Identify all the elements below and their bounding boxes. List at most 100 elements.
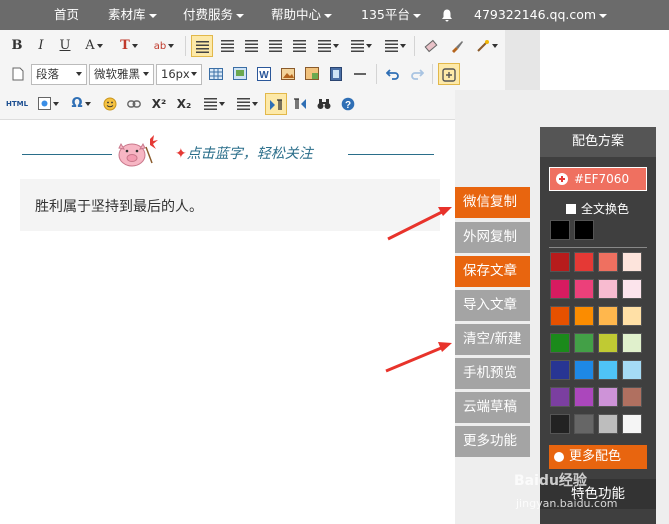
nav-help[interactable]: 帮助中心 <box>271 0 333 30</box>
color-swatch[interactable] <box>574 279 594 299</box>
color-swatch[interactable] <box>574 414 594 434</box>
help-button[interactable]: ? <box>338 93 358 115</box>
external-copy-button[interactable]: 外网复制 <box>455 222 530 253</box>
italic-button[interactable]: I <box>32 35 50 57</box>
font-family-select[interactable]: 微软雅黑 <box>89 64 154 85</box>
mobile-preview-button[interactable]: 手机预览 <box>455 358 530 389</box>
find-button[interactable] <box>314 93 334 115</box>
color-swatch[interactable] <box>598 360 618 380</box>
color-swatch[interactable] <box>622 387 642 407</box>
color-swatch[interactable] <box>598 387 618 407</box>
bg-color-button[interactable]: T <box>114 35 144 57</box>
eraser-button[interactable] <box>420 35 442 57</box>
nav-platform[interactable]: 135平台 <box>361 0 421 30</box>
recent-swatch[interactable] <box>574 220 594 240</box>
top-nav: 首页 素材库 付费服务 帮助中心 135平台 479322146.qq.com <box>0 0 669 30</box>
color-swatch[interactable] <box>598 279 618 299</box>
import-article-button[interactable]: 导入文章 <box>455 290 530 321</box>
color-swatch[interactable] <box>550 306 570 326</box>
superscript-button[interactable]: X² <box>148 93 170 115</box>
horizontal-rule-button[interactable] <box>350 63 370 85</box>
color-swatch[interactable] <box>574 306 594 326</box>
align-center-button[interactable] <box>217 35 237 57</box>
align-justify-icon <box>268 39 282 52</box>
underline-button[interactable]: U <box>56 35 74 57</box>
brush-button[interactable] <box>446 35 468 57</box>
letter-spacing-button[interactable] <box>380 35 410 57</box>
color-swatch[interactable] <box>622 414 642 434</box>
table-button[interactable] <box>206 63 226 85</box>
insert-frame-button[interactable] <box>34 93 62 115</box>
align-left-button[interactable] <box>191 35 213 57</box>
expand-button[interactable] <box>438 63 460 85</box>
recent-swatch[interactable] <box>550 220 570 240</box>
unordered-list-button[interactable] <box>232 93 262 115</box>
hex-color-input[interactable]: #EF7060 <box>549 167 647 191</box>
ltr-button[interactable] <box>265 93 287 115</box>
color-swatch[interactable] <box>622 333 642 353</box>
color-swatch[interactable] <box>550 387 570 407</box>
color-swatch[interactable] <box>598 414 618 434</box>
nav-account[interactable]: 479322146.qq.com <box>474 0 608 30</box>
special-chars-button[interactable]: Ω <box>66 93 96 115</box>
color-swatch[interactable] <box>574 252 594 272</box>
subscript-button[interactable]: X₂ <box>173 93 195 115</box>
html-source-button[interactable]: HTML <box>4 93 30 115</box>
color-swatch[interactable] <box>550 414 570 434</box>
color-swatch[interactable] <box>550 279 570 299</box>
color-swatch[interactable] <box>622 252 642 272</box>
link-button[interactable] <box>124 93 144 115</box>
cloud-draft-button[interactable]: 云端草稿 <box>455 392 530 423</box>
more-colors-label: 更多配色 <box>569 449 622 464</box>
color-swatch[interactable] <box>622 279 642 299</box>
color-swatch[interactable] <box>574 360 594 380</box>
more-colors-button[interactable]: 更多配色 <box>549 445 647 469</box>
full-text-recolor-checkbox[interactable]: 全文换色 <box>566 200 629 217</box>
font-size-select[interactable]: 16px <box>156 64 202 85</box>
nav-paid[interactable]: 付费服务 <box>183 0 245 30</box>
color-swatch[interactable] <box>622 360 642 380</box>
more-functions-button[interactable]: 更多功能 <box>455 426 530 457</box>
omega-label: Ω <box>71 96 83 111</box>
align-right-button[interactable] <box>241 35 261 57</box>
paragraph-spacing-button[interactable] <box>346 35 376 57</box>
word-import-button[interactable]: W <box>254 63 274 85</box>
color-swatch[interactable] <box>598 252 618 272</box>
font-color-button[interactable]: A <box>80 35 108 57</box>
wechat-copy-button[interactable]: 微信复制 <box>455 187 530 218</box>
toolbar-row-1: B I U A T ab <box>0 32 505 60</box>
nav-materials[interactable]: 素材库 <box>108 0 157 30</box>
color-swatch[interactable] <box>550 333 570 353</box>
nav-home[interactable]: 首页 <box>54 0 79 30</box>
color-swatch[interactable] <box>574 387 594 407</box>
indent-button[interactable] <box>289 35 309 57</box>
undo-button[interactable] <box>383 63 403 85</box>
ordered-list-button[interactable] <box>199 93 229 115</box>
video-button[interactable] <box>326 63 346 85</box>
color-swatch[interactable] <box>550 252 570 272</box>
align-justify-button[interactable] <box>265 35 285 57</box>
emoji-button[interactable] <box>100 93 120 115</box>
image-import-button[interactable] <box>230 63 250 85</box>
paragraph-select[interactable]: 段落 <box>31 64 87 85</box>
new-doc-button[interactable] <box>8 63 28 85</box>
color-swatch[interactable] <box>622 306 642 326</box>
paragraph-spacing-icon <box>350 39 364 52</box>
insert-image-button[interactable] <box>278 63 298 85</box>
notification-bell[interactable] <box>441 0 453 30</box>
banner-right-line <box>348 154 434 155</box>
redo-button[interactable] <box>407 63 427 85</box>
line-height-button[interactable] <box>313 35 343 57</box>
rtl-button[interactable] <box>290 93 310 115</box>
clear-new-button[interactable]: 清空/新建 <box>455 324 530 355</box>
color-swatch[interactable] <box>598 333 618 353</box>
color-swatch[interactable] <box>574 333 594 353</box>
color-swatch[interactable] <box>550 360 570 380</box>
content-text[interactable]: 胜利属于坚持到最后的人。 <box>35 196 203 216</box>
bold-button[interactable]: B <box>8 35 26 57</box>
magic-button[interactable] <box>472 35 502 57</box>
color-swatch[interactable] <box>598 306 618 326</box>
format-painter-button[interactable]: ab <box>148 35 180 57</box>
multi-image-button[interactable] <box>302 63 322 85</box>
save-article-button[interactable]: 保存文章 <box>455 256 530 287</box>
